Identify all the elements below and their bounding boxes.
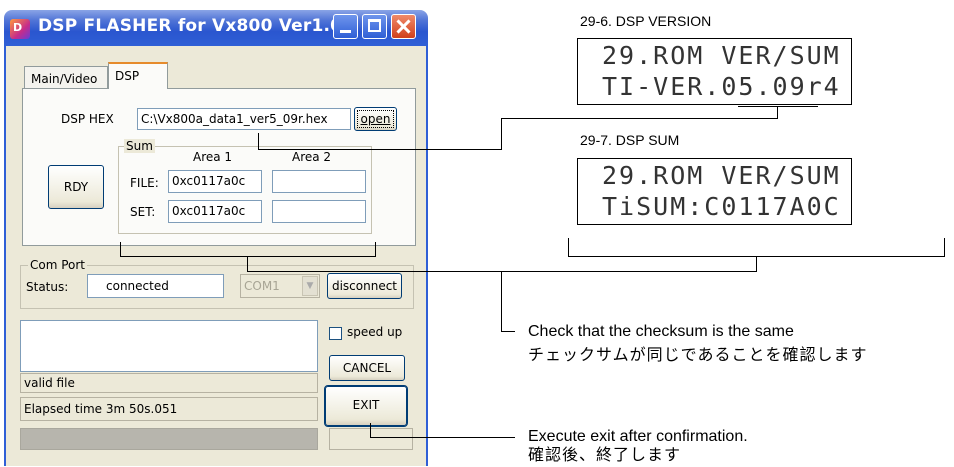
connector-line bbox=[568, 238, 569, 256]
checksum-note-en: Check that the checksum is the same bbox=[528, 323, 794, 340]
dsp-flasher-window: D DSP FLASHER for Vx800 Ver1.0 Main/Vide… bbox=[0, 0, 430, 466]
app-icon: D bbox=[10, 19, 30, 39]
set-label: SET: bbox=[130, 205, 156, 219]
dsp-hex-path-field[interactable]: C:\Vx800a_data1_ver5_09r.hex bbox=[137, 108, 351, 130]
connector-line bbox=[120, 242, 121, 256]
status-line-1: valid file bbox=[20, 373, 318, 393]
lcd-line-1: 29.ROM VER/SUM bbox=[602, 41, 841, 70]
speed-up-label: speed up bbox=[347, 325, 403, 339]
file-area2-field[interactable] bbox=[272, 170, 366, 193]
connector-line bbox=[501, 331, 515, 332]
connector-line bbox=[370, 423, 371, 437]
set-area2-field[interactable] bbox=[272, 200, 366, 223]
connector-line bbox=[944, 238, 945, 256]
chevron-down-icon[interactable]: ▼ bbox=[302, 276, 318, 296]
tab-main-video[interactable]: Main/Video bbox=[24, 66, 108, 88]
connector-line bbox=[258, 133, 259, 149]
status-label: Status: bbox=[26, 280, 69, 294]
rdy-button[interactable]: RDY bbox=[48, 165, 104, 209]
dsp-sum-caption: 29-7. DSP SUM bbox=[580, 132, 680, 148]
connector-line bbox=[247, 271, 757, 272]
file-area1-field[interactable]: 0xc0117a0c bbox=[168, 170, 262, 193]
connector-line bbox=[258, 149, 502, 150]
com-port-legend: Com Port bbox=[28, 258, 88, 272]
minimize-button[interactable] bbox=[333, 14, 358, 39]
connector-line bbox=[756, 256, 757, 272]
connector-line bbox=[247, 256, 248, 272]
sum-legend: Sum bbox=[124, 139, 155, 153]
exit-button[interactable]: EXIT bbox=[324, 385, 408, 427]
connector-line bbox=[120, 256, 376, 257]
disconnect-button[interactable]: disconnect bbox=[327, 273, 402, 299]
connector-line bbox=[501, 118, 502, 150]
checksum-note-ja: チェックサムが同じであることを確認します bbox=[528, 347, 868, 364]
close-button[interactable] bbox=[391, 14, 416, 39]
maximize-icon bbox=[368, 19, 381, 32]
file-label: FILE: bbox=[130, 176, 159, 190]
dsp-version-caption: 29-6. DSP VERSION bbox=[580, 13, 712, 29]
dsp-sum-lcd: 29.ROM VER/SUM TiSUM:C0117A0C bbox=[577, 158, 852, 225]
lcd-line-1: 29.ROM VER/SUM bbox=[602, 161, 841, 190]
dsp-version-lcd: 29.ROM VER/SUM TI-VER.05.09r4 bbox=[577, 38, 852, 105]
connector-line bbox=[738, 106, 818, 107]
speed-up-checkbox[interactable] bbox=[329, 327, 342, 340]
area1-header: Area 1 bbox=[193, 150, 233, 164]
tab-dsp[interactable]: DSP bbox=[108, 62, 168, 89]
status-value-field: connected bbox=[87, 274, 224, 298]
progress-bar bbox=[20, 428, 318, 450]
lcd-line-2: TI-VER.05.09r4 bbox=[602, 72, 841, 101]
lcd-line-2: TiSUM:C0117A0C bbox=[602, 192, 841, 221]
connector-line bbox=[375, 242, 376, 256]
window-title: DSP FLASHER for Vx800 Ver1.0 bbox=[38, 16, 343, 36]
cancel-button[interactable]: CANCEL bbox=[329, 355, 405, 381]
open-button[interactable]: open bbox=[354, 107, 397, 131]
dsp-hex-label: DSP HEX bbox=[61, 112, 114, 126]
progress-info-box bbox=[329, 428, 413, 450]
status-line-2: Elapsed time 3m 50s.051 bbox=[20, 397, 318, 421]
exit-note-ja: 確認後、終了します bbox=[528, 447, 682, 464]
message-box bbox=[20, 320, 318, 372]
set-area1-field[interactable]: 0xc0117a0c bbox=[168, 200, 262, 223]
area2-header: Area 2 bbox=[292, 150, 332, 164]
connector-line bbox=[501, 118, 778, 119]
minimize-icon bbox=[340, 30, 351, 33]
connector-line bbox=[777, 106, 778, 119]
connector-line bbox=[501, 271, 502, 332]
maximize-button[interactable] bbox=[362, 14, 387, 39]
connector-line bbox=[370, 437, 515, 438]
